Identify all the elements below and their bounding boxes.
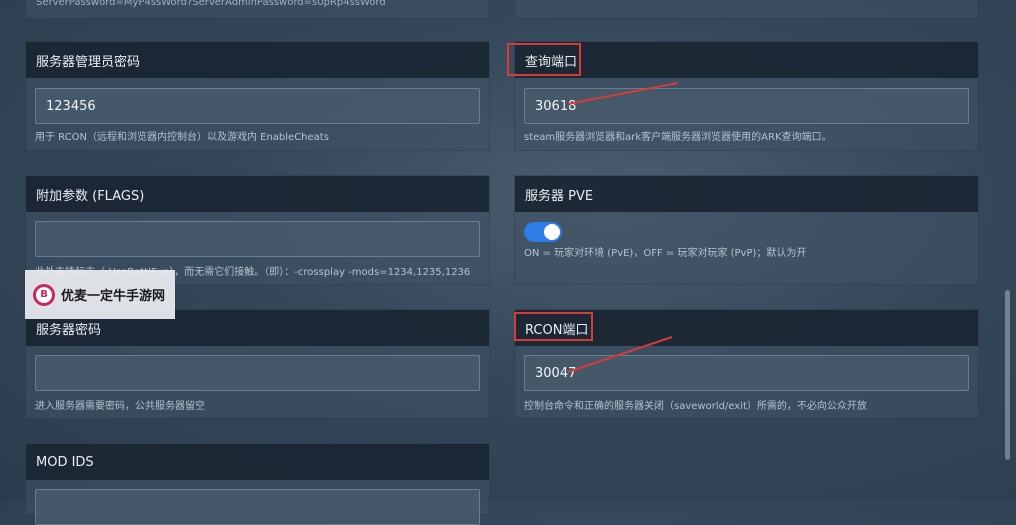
scrollbar-thumb[interactable] — [1005, 290, 1010, 460]
query-port-arrow — [567, 82, 679, 105]
annotation-arrows — [567, 82, 679, 373]
watermark: B 优麦一定牛手游网 — [25, 270, 175, 319]
watermark-text: 优麦一定牛手游网 — [61, 289, 166, 304]
rcon-port-arrow — [567, 336, 673, 373]
watermark-logo-icon: B — [33, 283, 55, 306]
